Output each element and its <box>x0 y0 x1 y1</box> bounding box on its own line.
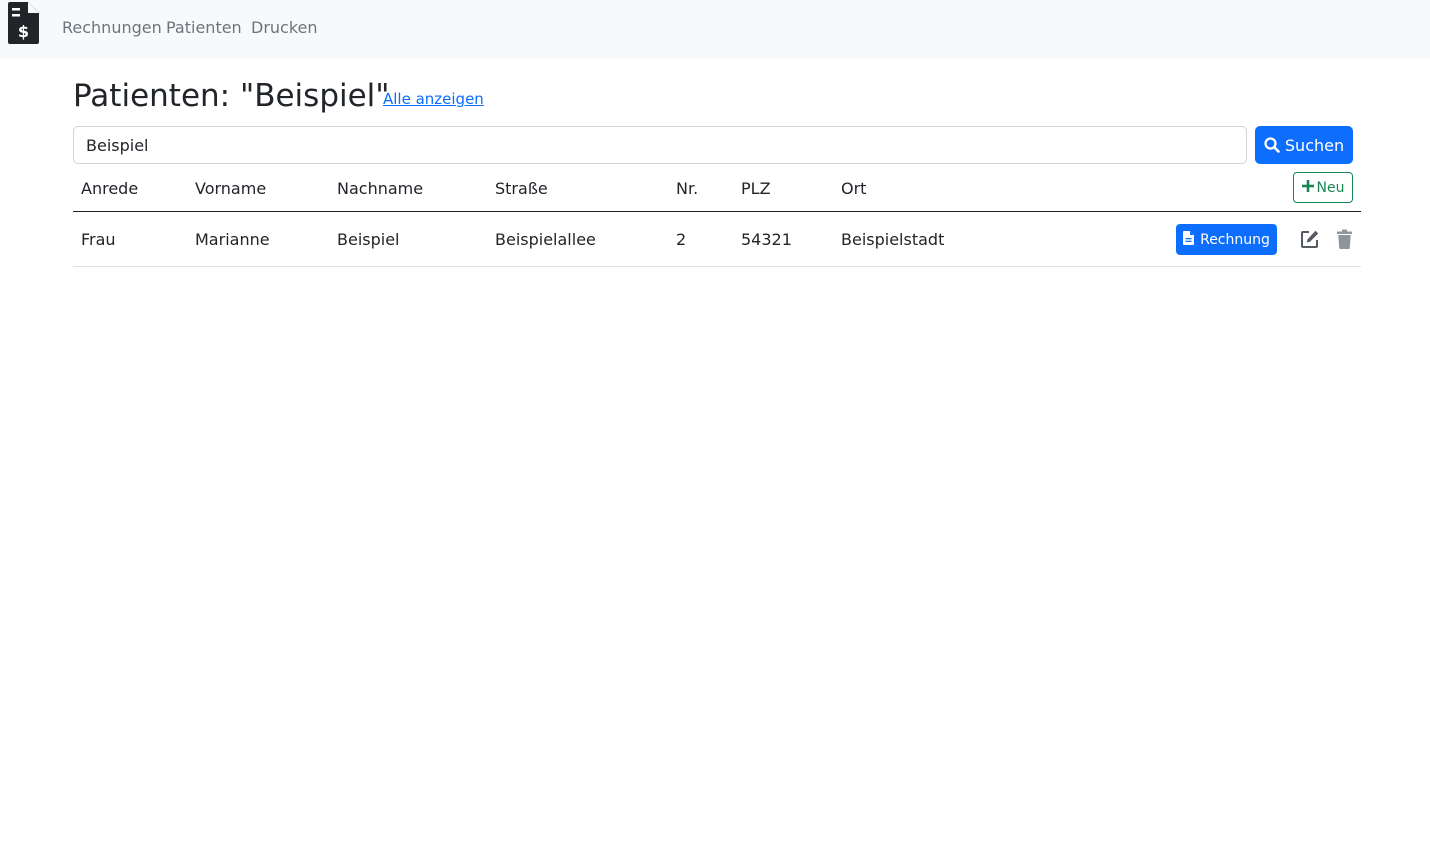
new-button-label: Neu <box>1316 179 1345 196</box>
column-header-vorname: Vorname <box>195 179 267 198</box>
column-header-plz: PLZ <box>741 179 771 198</box>
column-header-nr: Nr. <box>676 179 699 198</box>
new-patient-button[interactable]: Neu <box>1293 172 1353 203</box>
svg-text:$: $ <box>18 22 29 41</box>
search-icon <box>1264 137 1280 153</box>
search-input[interactable] <box>73 126 1247 164</box>
page-title: Patienten: "Beispiel" <box>73 78 390 114</box>
nav-link-patienten[interactable]: Patienten <box>166 18 242 37</box>
nav-link-drucken[interactable]: Drucken <box>251 18 318 37</box>
cell-vorname: Marianne <box>195 230 270 249</box>
nav-link-rechnungen[interactable]: Rechnungen <box>62 18 162 37</box>
invoice-button-label: Rechnung <box>1200 231 1270 248</box>
cell-plz: 54321 <box>741 230 792 249</box>
search-button[interactable]: Suchen <box>1255 126 1353 164</box>
table-header-divider <box>73 211 1361 212</box>
invoice-dollar-icon[interactable]: $ <box>8 2 39 44</box>
column-header-nachname: Nachname <box>337 179 424 198</box>
plus-icon <box>1301 179 1314 196</box>
cell-anrede: Frau <box>81 230 116 249</box>
show-all-link[interactable]: Alle anzeigen <box>383 90 484 108</box>
create-invoice-button[interactable]: Rechnung <box>1176 224 1277 255</box>
navbar: $ Rechnungen Patienten Drucken <box>0 0 1430 58</box>
cell-nachname: Beispiel <box>337 230 400 249</box>
table-row-divider <box>73 266 1361 267</box>
column-header-strasse: Straße <box>495 179 548 198</box>
cell-ort: Beispielstadt <box>841 230 945 249</box>
search-button-label: Suchen <box>1284 135 1345 155</box>
cell-strasse: Beispielallee <box>495 230 596 249</box>
edit-icon[interactable] <box>1300 229 1320 249</box>
file-icon <box>1183 230 1195 249</box>
column-header-anrede: Anrede <box>81 179 139 198</box>
cell-nr: 2 <box>676 230 687 249</box>
trash-icon[interactable] <box>1337 229 1352 249</box>
column-header-ort: Ort <box>841 179 867 198</box>
